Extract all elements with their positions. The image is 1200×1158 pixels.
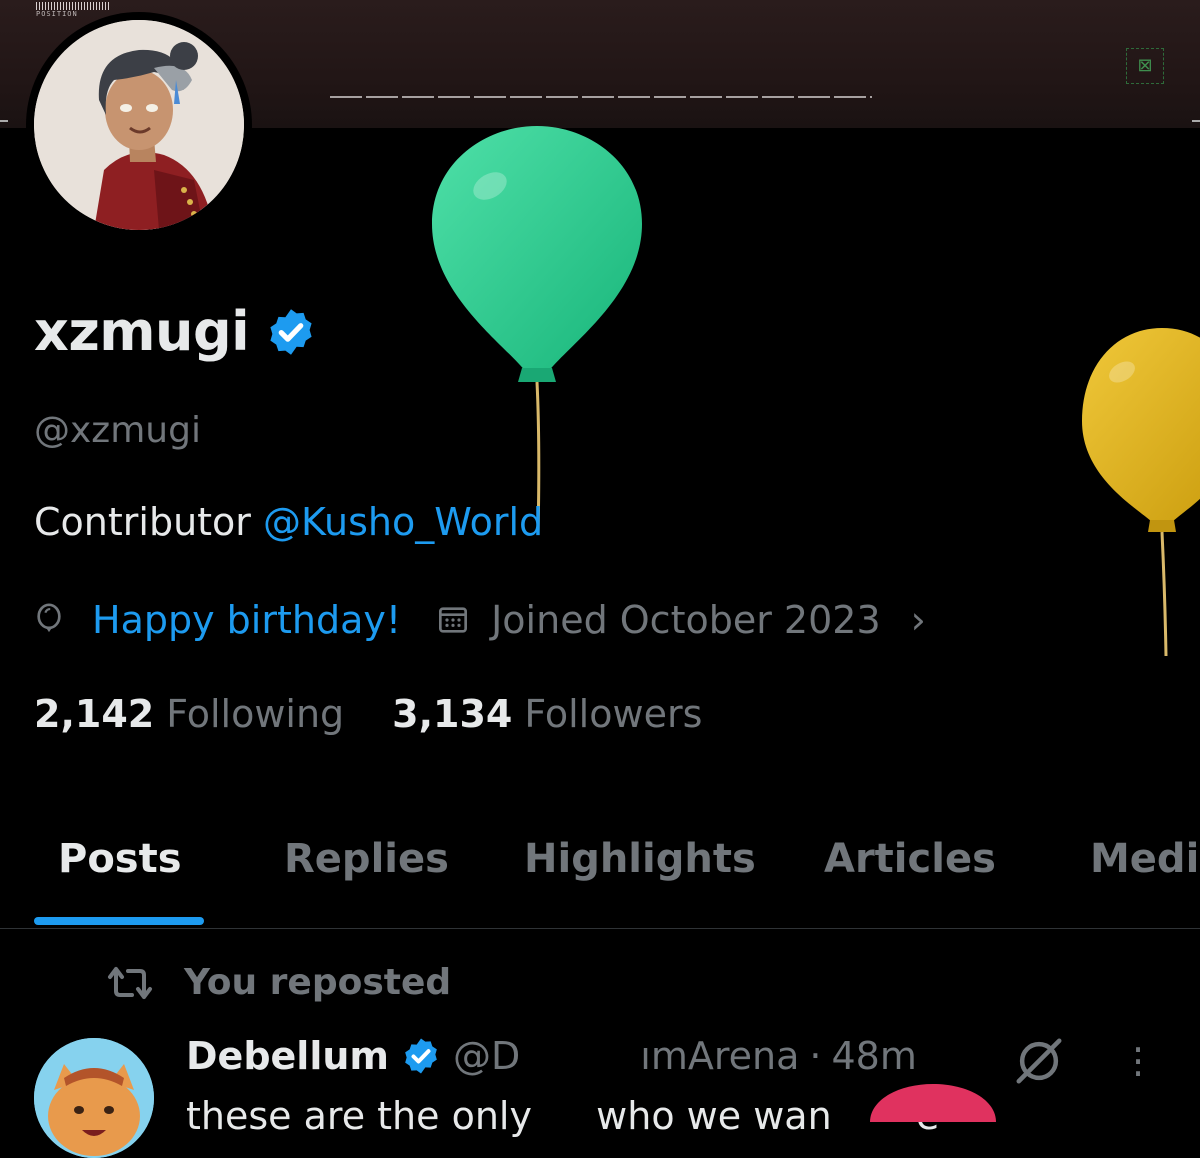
- banner-tick-left: [0, 120, 8, 122]
- tab-replies[interactable]: Replies: [284, 836, 449, 882]
- tab-media[interactable]: Medi: [1090, 836, 1199, 882]
- profile-name-row: xzmugi: [34, 300, 317, 363]
- grok-icon[interactable]: [1012, 1034, 1066, 1088]
- yellow-balloon: [1082, 328, 1200, 656]
- post-time[interactable]: 48m: [831, 1034, 916, 1078]
- post-author-name[interactable]: Debellum: [186, 1034, 389, 1078]
- banner-barcode: [36, 2, 110, 10]
- profile-avatar[interactable]: [26, 12, 252, 238]
- green-balloon: [432, 126, 642, 534]
- following-label: Following: [166, 692, 345, 736]
- post-author-avatar[interactable]: [34, 1038, 154, 1158]
- followers-link[interactable]: 3,134 Followers: [392, 692, 702, 736]
- following-count: 2,142: [34, 692, 155, 736]
- post-author-handle-end[interactable]: ımArena: [640, 1034, 799, 1078]
- banner-tick-right: [1192, 120, 1200, 122]
- followers-label: Followers: [524, 692, 703, 736]
- profile-handle: @xzmugi: [34, 410, 201, 451]
- post-text-start: these are the only: [186, 1094, 532, 1138]
- post-text-mid: who we wan: [596, 1094, 832, 1138]
- profile-tabs: Posts Replies Highlights Articles Medi: [0, 830, 1200, 928]
- pink-balloon: [870, 1084, 996, 1122]
- balloon-icon: [37, 603, 61, 633]
- tab-posts[interactable]: Posts: [58, 836, 182, 882]
- profile-display-name: xzmugi: [34, 300, 250, 363]
- tab-highlights[interactable]: Highlights: [524, 836, 756, 882]
- tab-articles[interactable]: Articles: [824, 836, 996, 882]
- banner-progress-line: [330, 96, 872, 98]
- repost-label: You reposted: [184, 962, 452, 1003]
- post-author-handle[interactable]: @D: [453, 1034, 520, 1078]
- tabs-divider: [0, 928, 1200, 929]
- verified-badge-icon[interactable]: [265, 306, 317, 358]
- post-body: these are the only who we wan e: [186, 1094, 939, 1138]
- profile-bio: Contributor @Kusho_World: [34, 500, 543, 544]
- followers-count: 3,134: [392, 692, 513, 736]
- banner-hud-icon: ⊠: [1126, 48, 1164, 84]
- joined-date: Joined October 2023: [491, 598, 881, 642]
- active-tab-indicator: [34, 917, 204, 925]
- bio-text: Contributor: [34, 500, 264, 544]
- birthday-text[interactable]: Happy birthday!: [92, 598, 401, 642]
- following-link[interactable]: 2,142 Following: [34, 692, 344, 736]
- verified-badge-icon: [405, 1038, 437, 1074]
- more-icon[interactable]: · · ·: [1128, 1031, 1148, 1093]
- bio-mention-link[interactable]: @Kusho_World: [263, 500, 543, 544]
- post-separator: ·: [809, 1034, 822, 1078]
- chevron-right-icon[interactable]: ›: [911, 598, 926, 642]
- post-header: Debellum @D ımArena · 48m: [186, 1034, 917, 1078]
- profile-meta-row: Happy birthday! Joined October 2023 ›: [34, 598, 926, 642]
- calendar-icon: [439, 607, 468, 633]
- avatar-illustration: [34, 20, 244, 230]
- repost-indicator: You reposted: [106, 962, 451, 1003]
- repost-icon: [108, 966, 152, 999]
- follow-stats: 2,142 Following 3,134 Followers: [34, 692, 702, 736]
- banner-position-label: POSITION: [36, 10, 78, 18]
